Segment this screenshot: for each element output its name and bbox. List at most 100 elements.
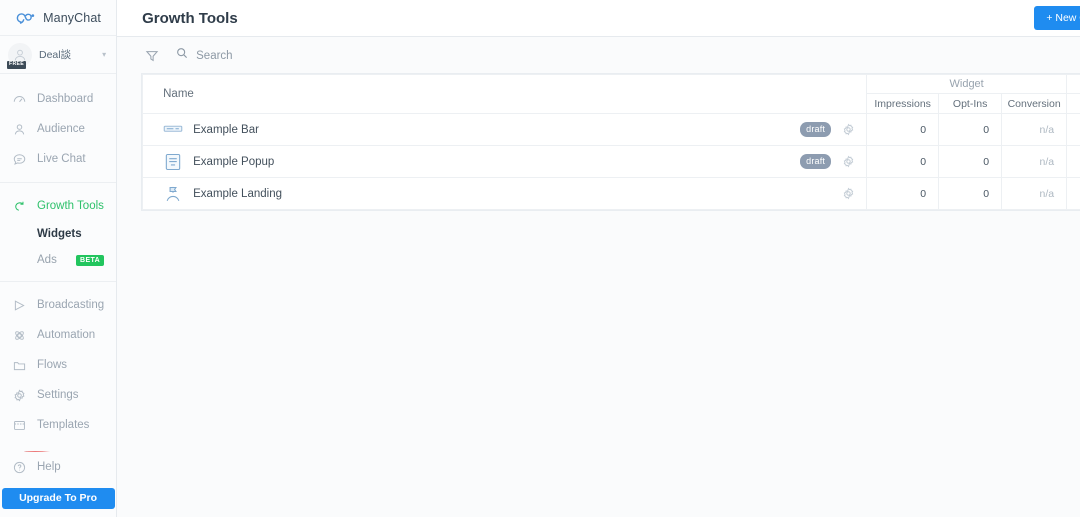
chevron-down-icon: ▾ <box>102 50 107 59</box>
dashboard-icon <box>12 92 27 107</box>
growth-tools-table: Name Widget Opt-in message Impressions O… <box>142 74 1080 210</box>
app-root: ManyChat FREE Deal談 ▾ Dashboard Audience… <box>0 0 1080 517</box>
column-group-optin-message: Opt-in message <box>1066 74 1080 94</box>
widget-bar-icon <box>163 120 183 140</box>
cell-opt-ins: 0 <box>938 145 1003 178</box>
top-bar: Growth Tools + New Growth Tool <box>117 0 1080 37</box>
table-row[interactable]: Example Popup draft 0 0 n/a <box>142 145 1080 178</box>
broadcasting-icon <box>12 298 27 313</box>
filter-funnel-icon[interactable] <box>142 46 162 66</box>
sidebar-subitem-ads[interactable]: Ads BETA <box>0 247 116 273</box>
red-scribble-annotation <box>0 440 116 452</box>
column-header-opt-ins[interactable]: Opt-Ins <box>938 93 1003 114</box>
column-header-opened[interactable]: Opened <box>1066 93 1080 114</box>
cell-opened: n/a <box>1066 177 1080 210</box>
sidebar: ManyChat FREE Deal談 ▾ Dashboard Audience… <box>0 0 118 517</box>
row-name-label: Example Popup <box>193 155 275 168</box>
sidebar-footer: Help Upgrade To Pro <box>0 452 116 517</box>
settings-icon <box>12 388 27 403</box>
search-input[interactable] <box>196 49 377 62</box>
status-badge: draft <box>800 122 832 137</box>
cell-conversion: n/a <box>1001 113 1068 146</box>
new-growth-tool-button[interactable]: + New Growth Tool <box>1034 6 1080 30</box>
plan-badge: FREE <box>7 61 27 69</box>
table-head: Name Widget Opt-in message Impressions O… <box>142 74 1080 114</box>
nav-group-primary: Dashboard Audience Live Chat <box>0 80 116 178</box>
sidebar-item-flows[interactable]: Flows <box>0 350 116 380</box>
cell-impressions: 0 <box>866 177 940 210</box>
cell-conversion: n/a <box>1001 145 1068 178</box>
brand-name: ManyChat <box>43 10 101 25</box>
cell-opened: n/a <box>1066 113 1080 146</box>
nav-group-secondary: Broadcasting Automation Flows Settings T… <box>0 286 116 452</box>
search-icon <box>175 46 189 65</box>
sidebar-item-label: Live Chat <box>37 153 86 165</box>
gear-icon[interactable] <box>841 186 856 201</box>
table-row[interactable]: Example Bar draft 0 0 n/a <box>142 113 1080 146</box>
beta-badge: BETA <box>75 254 105 266</box>
row-name-label: Example Landing <box>193 187 282 200</box>
sidebar-item-audience[interactable]: Audience <box>0 114 116 144</box>
cell-opened: n/a <box>1066 145 1080 178</box>
brand-header[interactable]: ManyChat <box>0 0 117 36</box>
sidebar-item-label: Help <box>37 461 61 473</box>
widget-landing-icon <box>163 184 183 204</box>
row-name-cell[interactable]: Example Landing <box>142 177 868 210</box>
sidebar-item-automation[interactable]: Automation <box>0 320 116 350</box>
automation-icon <box>12 328 27 343</box>
account-name: Deal談 <box>39 49 72 61</box>
column-group-widget: Widget <box>866 74 1068 94</box>
sidebar-subitem-label: Ads <box>37 254 57 266</box>
manychat-logo-icon <box>15 9 37 27</box>
status-badge: draft <box>800 154 832 169</box>
search-box[interactable] <box>175 46 377 65</box>
sidebar-item-settings[interactable]: Settings <box>0 380 116 410</box>
sidebar-item-label: Flows <box>37 359 68 371</box>
sidebar-item-label: Settings <box>37 389 79 401</box>
cell-impressions: 0 <box>866 145 940 178</box>
table-row[interactable]: Example Landing 0 0 n/a <box>142 177 1080 210</box>
row-name-cell[interactable]: Example Popup draft <box>142 145 868 178</box>
column-header-name[interactable]: Name <box>142 74 868 114</box>
sidebar-item-label: Audience <box>37 123 85 135</box>
sidebar-item-templates[interactable]: Templates <box>0 410 116 440</box>
upgrade-to-pro-button[interactable]: Upgrade To Pro <box>1 488 115 509</box>
row-name-label: Example Bar <box>193 123 259 136</box>
growth-tools-table-wrap: Name Widget Opt-in message Impressions O… <box>142 74 1080 210</box>
audience-icon <box>12 122 27 137</box>
column-header-conversion[interactable]: Conversion <box>1001 93 1068 114</box>
sidebar-item-growth-tools[interactable]: Growth Tools <box>0 191 116 221</box>
account-switcher[interactable]: FREE Deal談 ▾ <box>0 36 117 74</box>
nav-divider <box>0 182 117 183</box>
sidebar-item-label: Growth Tools <box>37 200 104 212</box>
sidebar-item-broadcasting[interactable]: Broadcasting <box>0 290 116 320</box>
main-content: Growth Tools + New Growth Tool <box>117 0 1080 517</box>
sidebar-item-label: Automation <box>37 329 96 341</box>
cell-opt-ins: 0 <box>938 177 1003 210</box>
sidebar-item-label: Broadcasting <box>37 299 105 311</box>
page-title: Growth Tools <box>142 9 238 27</box>
nav-divider <box>0 281 117 282</box>
list-toolbar <box>117 37 1080 74</box>
column-header-impressions[interactable]: Impressions <box>866 93 940 114</box>
gear-icon[interactable] <box>841 154 856 169</box>
cell-opt-ins: 0 <box>938 113 1003 146</box>
help-icon <box>12 460 27 475</box>
table-body: Example Bar draft 0 0 n/a Example Popup … <box>142 113 1080 210</box>
sidebar-item-live-chat[interactable]: Live Chat <box>0 144 116 174</box>
sidebar-nav: Dashboard Audience Live Chat Growth Tool… <box>0 74 117 452</box>
nav-group-growth: Growth Tools Widgets Ads BETA <box>0 187 116 277</box>
cell-conversion: n/a <box>1001 177 1068 210</box>
row-name-cell[interactable]: Example Bar draft <box>142 113 868 146</box>
sidebar-subitem-widgets[interactable]: Widgets <box>0 221 116 247</box>
sidebar-item-help[interactable]: Help <box>0 452 116 482</box>
sidebar-item-dashboard[interactable]: Dashboard <box>0 84 116 114</box>
templates-icon <box>12 418 27 433</box>
table-head-row-groups: Name Widget Opt-in message <box>142 74 1080 114</box>
avatar: FREE <box>7 42 32 69</box>
sidebar-subitem-label: Widgets <box>37 228 82 240</box>
sidebar-item-label: Dashboard <box>37 93 94 105</box>
widget-popup-icon <box>163 152 183 172</box>
cell-impressions: 0 <box>866 113 940 146</box>
gear-icon[interactable] <box>841 122 856 137</box>
